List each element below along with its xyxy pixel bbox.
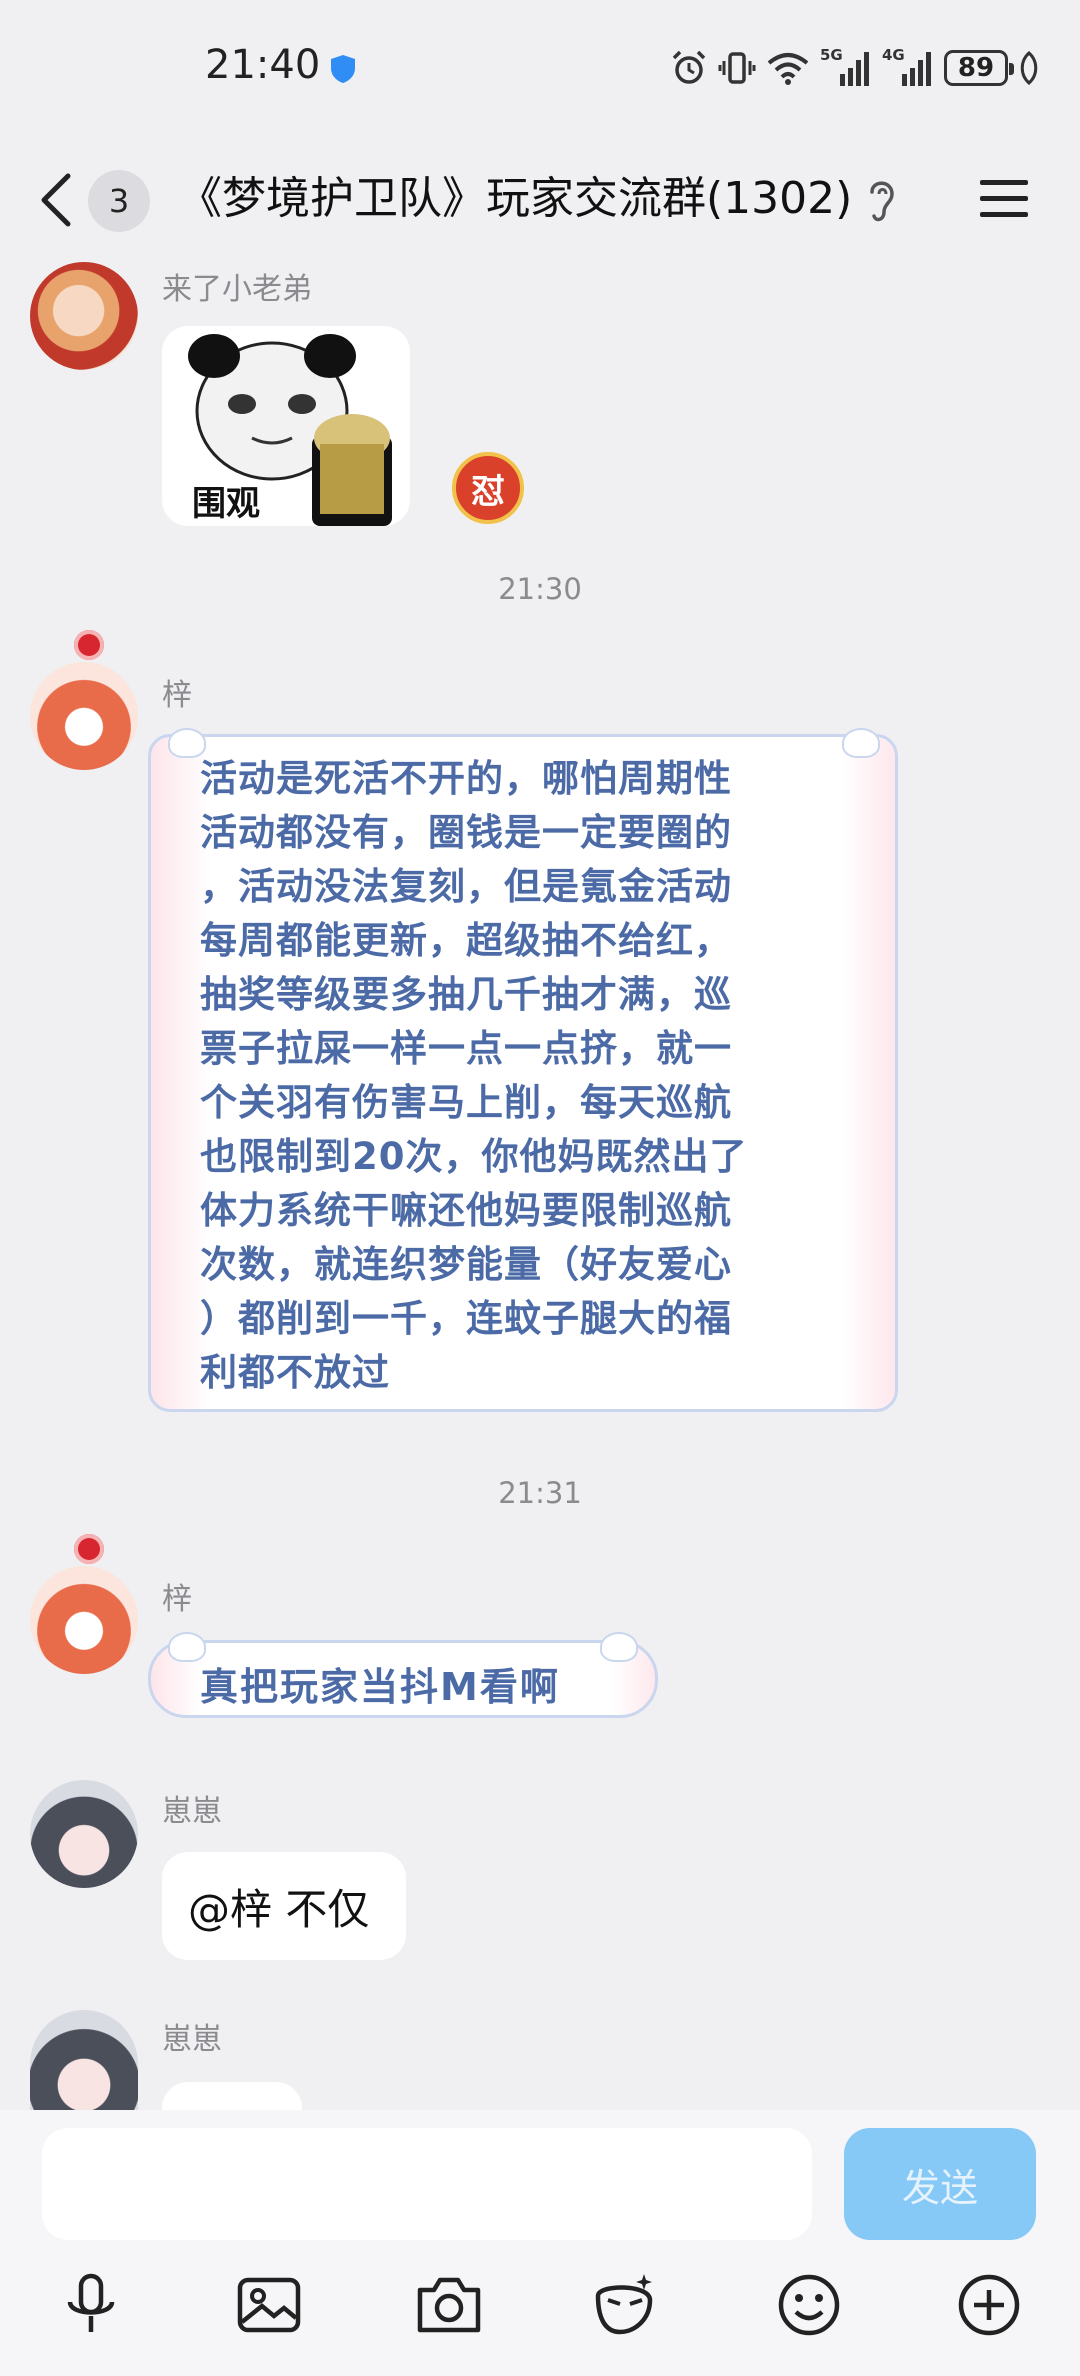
message-input[interactable] (42, 2128, 812, 2240)
avatar[interactable] (30, 662, 138, 770)
sender-name: 来了小老弟 (162, 272, 312, 307)
battery-indicator: 89 (944, 50, 1014, 86)
message-text: 真把玩家当抖M看啊 (200, 1665, 560, 1709)
sender-name: 梓 (162, 678, 192, 713)
alarm-icon (672, 50, 706, 84)
sticker-icon[interactable] (590, 2270, 660, 2340)
status-icons: 5G 4G 89 (670, 46, 1040, 90)
emoji-icon[interactable] (774, 2270, 844, 2340)
chat-header: 3 《梦境护卫队》玩家交流群(1302) (0, 140, 1080, 260)
camera-icon[interactable] (414, 2270, 484, 2340)
message-text: 活动是死活不开的，哪怕周期性 活动都没有，圈钱是一定要圈的 ，活动没法复刻，但是… (200, 757, 748, 1394)
timestamp: 21:30 (498, 572, 582, 606)
image-icon[interactable] (234, 2270, 304, 2340)
status-time: 21:40 (205, 42, 321, 88)
badge-glyph: 怼 (471, 471, 505, 512)
sender-name: 崽崽 (162, 1794, 222, 1829)
send-label: 发送 (901, 2165, 978, 2210)
sender-name: 崽崽 (162, 2022, 222, 2057)
status-bar: 21:40 5G 4G 89 (0, 0, 1080, 140)
fire-badge-icon: 怼 (452, 452, 524, 524)
ear-icon[interactable] (862, 170, 902, 230)
plus-icon[interactable] (954, 2270, 1024, 2340)
avatar[interactable] (30, 262, 138, 370)
avatar[interactable] (30, 1566, 138, 1674)
shield-icon (331, 55, 355, 83)
leaf-icon (1020, 51, 1038, 85)
message-text: @梓 不仅 (188, 1885, 370, 1934)
avatar[interactable] (30, 1780, 138, 1888)
vibrate-icon (718, 52, 756, 84)
signal-5g-icon: 5G (820, 46, 872, 88)
mic-icon[interactable] (56, 2270, 126, 2340)
menu-icon[interactable] (978, 176, 1030, 222)
group-title[interactable]: 《梦境护卫队》玩家交流群(1302) (178, 162, 852, 226)
timestamp: 21:31 (498, 1476, 582, 1510)
sticker-caption: 围观 (192, 484, 260, 524)
flower-icon (74, 630, 104, 660)
paw-decoration (600, 1632, 638, 1662)
wifi-icon (767, 53, 809, 85)
avatar[interactable] (30, 2010, 138, 2110)
send-button[interactable]: 发送 (844, 2128, 1036, 2240)
signal-4g-icon: 4G (882, 46, 934, 88)
flower-icon (74, 1534, 104, 1564)
unread-count: 3 (108, 182, 130, 220)
unread-count-badge[interactable]: 3 (88, 170, 150, 232)
sticker-image[interactable]: 围观 (162, 326, 410, 526)
sender-name: 梓 (162, 1582, 192, 1617)
battery-level: 89 (957, 53, 995, 83)
back-arrow-icon[interactable] (32, 170, 82, 230)
